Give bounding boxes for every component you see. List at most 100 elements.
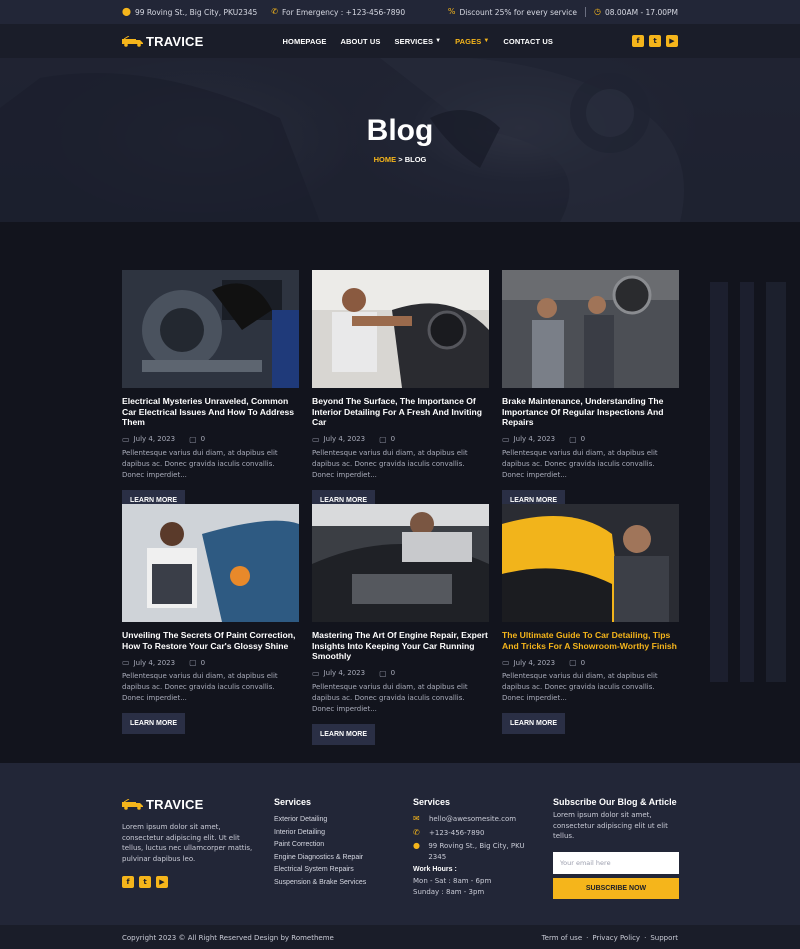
facebook-icon[interactable]: f bbox=[122, 876, 134, 888]
topbar-address: 99 Roving St., Big City, PKU2345 bbox=[134, 7, 258, 17]
post-excerpt: Pellentesque varius dui diam, at dapibus… bbox=[122, 448, 278, 479]
mail-icon: ✉ bbox=[413, 814, 420, 823]
post-image-paint[interactable] bbox=[122, 504, 299, 622]
blog-card: Brake Maintenance, Understanding The Imp… bbox=[502, 270, 679, 511]
post-excerpt: Pellentesque varius dui diam, at dapibus… bbox=[122, 672, 278, 702]
learn-more-button[interactable]: LEARN MORE bbox=[312, 723, 375, 745]
footer-legal-links: Term of use · Privacy Policy · Support bbox=[541, 934, 678, 942]
nav-menu: HOMEPAGE ABOUT US SERVICES ▼ PAGES ▼ CONTA… bbox=[283, 37, 553, 46]
post-image-brakes[interactable] bbox=[502, 270, 679, 388]
post-image-interior[interactable] bbox=[312, 270, 489, 388]
work-hours-title: Work Hours : bbox=[413, 866, 457, 873]
nav-item-about-us[interactable]: ABOUT US bbox=[341, 37, 381, 46]
post-title[interactable]: Mastering The Art Of Engine Repair, Expe… bbox=[312, 630, 489, 662]
post-comments: 0 bbox=[580, 435, 586, 443]
topbar-discount: Discount 25% for every service bbox=[459, 7, 578, 17]
post-date: July 4, 2023 bbox=[323, 435, 366, 443]
nav-item-contact-us[interactable]: CONTACT US bbox=[503, 37, 553, 46]
learn-more-button[interactable]: LEARN MORE bbox=[122, 713, 185, 734]
twitter-icon[interactable]: t bbox=[139, 876, 151, 888]
link-support[interactable]: Support bbox=[650, 934, 678, 942]
blog-card: Beyond The Surface, The Importance Of In… bbox=[312, 270, 489, 511]
tow-truck-icon bbox=[122, 35, 143, 47]
twitter-icon[interactable]: t bbox=[649, 35, 661, 47]
footer-link-electrical-repairs[interactable]: Electrical System Repairs bbox=[274, 864, 394, 877]
blog-card: The Ultimate Guide To Car Detailing, Tip… bbox=[502, 504, 679, 734]
footer-about: TRAVICE Lorem ipsum dolor sit amet, cons… bbox=[122, 797, 257, 888]
calendar-icon: ▭ bbox=[122, 658, 130, 667]
calendar-icon: ▭ bbox=[312, 434, 320, 444]
site-footer: TRAVICE Lorem ipsum dolor sit amet, cons… bbox=[0, 763, 800, 925]
phone-icon: ✆ bbox=[413, 827, 420, 837]
subscribe-title: Subscribe Our Blog & Article bbox=[553, 797, 677, 807]
tow-truck-icon bbox=[122, 799, 143, 810]
youtube-icon[interactable]: ▶ bbox=[156, 876, 168, 888]
comment-icon: ▢ bbox=[569, 434, 577, 444]
post-title[interactable]: The Ultimate Guide To Car Detailing, Tip… bbox=[502, 630, 679, 651]
footer-services: Services Exterior Detailing Interior Det… bbox=[274, 797, 394, 889]
comment-icon: ▢ bbox=[569, 658, 577, 667]
post-image-detailing[interactable] bbox=[502, 504, 679, 622]
post-excerpt: Pellentesque varius dui diam, at dapibus… bbox=[502, 672, 658, 702]
footer-social-links: f t ▶ bbox=[122, 876, 257, 888]
footer-contact: Services ✉ hello@awesomesite.com ✆ +123-45… bbox=[413, 797, 535, 897]
percent-icon: % bbox=[447, 7, 456, 16]
chevron-down-icon: ▼ bbox=[483, 38, 490, 44]
breadcrumb-home[interactable]: HOME bbox=[374, 155, 397, 164]
post-date: July 4, 2023 bbox=[133, 658, 176, 667]
email-field[interactable]: Your email here bbox=[553, 851, 679, 874]
site-logo[interactable]: TRAVICE bbox=[122, 34, 204, 49]
calendar-icon: ▭ bbox=[312, 668, 320, 678]
tire-track-decoration bbox=[710, 282, 786, 682]
breadcrumb-separator: > bbox=[398, 155, 403, 164]
topbar-emergency[interactable]: For Emergency : +123-456-7890 bbox=[282, 8, 405, 17]
footer-subscribe: Subscribe Our Blog & Article Lorem ipsum… bbox=[553, 797, 679, 899]
footer-link-interior-detailing[interactable]: Interior Detailing bbox=[274, 827, 394, 840]
subscribe-button[interactable]: SUBSCRIBE NOW bbox=[553, 877, 679, 899]
youtube-icon[interactable]: ▶ bbox=[666, 35, 678, 47]
page-title: Blog bbox=[366, 114, 434, 147]
topbar-hours: 08.00AM - 17.00PM bbox=[604, 7, 678, 17]
comment-icon: ▢ bbox=[379, 434, 387, 444]
nav-item-homepage[interactable]: HOMEPAGE bbox=[283, 37, 327, 46]
footer-contact-title: Services bbox=[413, 797, 451, 807]
footer-link-exterior-detailing[interactable]: Exterior Detailing bbox=[274, 814, 394, 827]
logo-text: TRAVICE bbox=[146, 797, 204, 812]
footer-link-suspension-brake[interactable]: Suspension & Brake Services bbox=[274, 877, 394, 890]
footer-logo[interactable]: TRAVICE bbox=[122, 797, 257, 812]
post-date: July 4, 2023 bbox=[513, 658, 556, 667]
facebook-icon[interactable]: f bbox=[632, 35, 644, 47]
post-image-engine[interactable] bbox=[122, 270, 299, 388]
post-image-engine-repair[interactable] bbox=[312, 504, 489, 622]
post-date: July 4, 2023 bbox=[133, 435, 176, 443]
divider bbox=[585, 7, 586, 17]
post-excerpt: Pellentesque varius dui diam, at dapibus… bbox=[312, 682, 468, 713]
post-title[interactable]: Beyond The Surface, The Importance Of In… bbox=[312, 396, 489, 428]
link-term-of-use[interactable]: Term of use bbox=[542, 934, 583, 942]
post-comments: 0 bbox=[390, 435, 396, 443]
nav-item-pages[interactable]: PAGES ▼ bbox=[455, 37, 489, 46]
nav-item-services[interactable]: SERVICES ▼ bbox=[394, 37, 441, 46]
footer-bottom-bar: Copyright 2023 © All Right Reserved Desi… bbox=[0, 925, 800, 949]
post-title[interactable]: Unveiling The Secrets Of Paint Correctio… bbox=[122, 630, 299, 651]
chevron-down-icon: ▼ bbox=[435, 38, 442, 44]
link-privacy-policy[interactable]: Privacy Policy bbox=[592, 934, 640, 942]
footer-phone[interactable]: +123-456-7890 bbox=[429, 828, 484, 839]
post-comments: 0 bbox=[200, 435, 206, 443]
clock-icon: ◷ bbox=[594, 7, 601, 16]
top-bar: ⬤ 99 Roving St., Big City, PKU2345 ✆ For E… bbox=[0, 0, 800, 24]
post-title[interactable]: Electrical Mysteries Unraveled, Common C… bbox=[122, 396, 299, 428]
post-comments: 0 bbox=[390, 669, 396, 677]
footer-email[interactable]: hello@awesomesite.com bbox=[429, 814, 516, 825]
comment-icon: ▢ bbox=[189, 434, 197, 444]
learn-more-button[interactable]: LEARN MORE bbox=[502, 713, 565, 734]
post-title[interactable]: Brake Maintenance, Understanding The Imp… bbox=[502, 396, 679, 428]
work-hours-sunday: Sunday : 8am - 3pm bbox=[413, 887, 485, 896]
footer-link-engine-diagnostics[interactable]: Engine Diagnostics & Repair bbox=[274, 852, 394, 865]
page-hero: Blog HOME > BLOG bbox=[0, 58, 800, 222]
footer-link-paint-correction[interactable]: Paint Correction bbox=[274, 839, 394, 852]
calendar-icon: ▭ bbox=[502, 434, 510, 444]
calendar-icon: ▭ bbox=[502, 658, 510, 667]
main-nav: TRAVICE HOMEPAGE ABOUT US SERVICES ▼ PAGE… bbox=[0, 24, 800, 58]
blog-card: Mastering The Art Of Engine Repair, Expe… bbox=[312, 504, 489, 745]
